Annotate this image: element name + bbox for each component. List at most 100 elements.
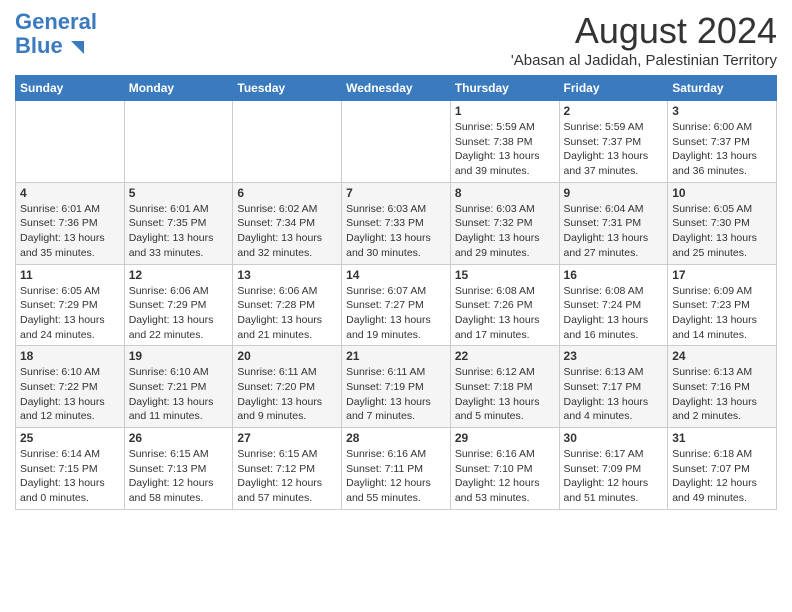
day-number: 22 — [455, 349, 555, 363]
calendar-cell: 7 Sunrise: 6:03 AM Sunset: 7:33 PM Daylig… — [342, 182, 451, 264]
calendar-cell: 30 Sunrise: 6:17 AM Sunset: 7:09 PM Dayli… — [559, 428, 668, 510]
calendar-week-row: 1 Sunrise: 5:59 AM Sunset: 7:38 PM Daylig… — [16, 101, 777, 183]
day-number: 28 — [346, 431, 446, 445]
day-info: Sunrise: 6:15 AM Sunset: 7:12 PM Dayligh… — [237, 447, 337, 506]
calendar-cell: 3 Sunrise: 6:00 AM Sunset: 7:37 PM Daylig… — [668, 101, 777, 183]
day-number: 6 — [237, 186, 337, 200]
calendar-cell: 10 Sunrise: 6:05 AM Sunset: 7:30 PM Dayli… — [668, 182, 777, 264]
calendar-week-row: 4 Sunrise: 6:01 AM Sunset: 7:36 PM Daylig… — [16, 182, 777, 264]
calendar-cell: 24Sunrise: 6:13 AM Sunset: 7:16 PM Dayli… — [668, 346, 777, 428]
calendar-cell: 25 Sunrise: 6:14 AM Sunset: 7:15 PM Dayli… — [16, 428, 125, 510]
calendar-week-row: 11Sunrise: 6:05 AM Sunset: 7:29 PM Dayli… — [16, 264, 777, 346]
calendar-cell: 22 Sunrise: 6:12 AM Sunset: 7:18 PM Dayli… — [450, 346, 559, 428]
logo: General Blue — [15, 10, 97, 58]
calendar-cell — [342, 101, 451, 183]
calendar-cell: 27 Sunrise: 6:15 AM Sunset: 7:12 PM Dayli… — [233, 428, 342, 510]
day-info: Sunrise: 6:06 AM Sunset: 7:28 PM Dayligh… — [237, 284, 337, 343]
day-info: Sunrise: 6:12 AM Sunset: 7:18 PM Dayligh… — [455, 365, 555, 424]
calendar-cell: 15 Sunrise: 6:08 AM Sunset: 7:26 PM Dayli… — [450, 264, 559, 346]
day-number: 12 — [129, 268, 229, 282]
day-info: Sunrise: 6:11 AM Sunset: 7:19 PM Dayligh… — [346, 365, 446, 424]
day-header-wednesday: Wednesday — [342, 76, 451, 101]
calendar-cell: 29Sunrise: 6:16 AM Sunset: 7:10 PM Dayli… — [450, 428, 559, 510]
calendar-cell: 12 Sunrise: 6:06 AM Sunset: 7:29 PM Dayli… — [124, 264, 233, 346]
day-number: 16 — [564, 268, 664, 282]
day-info: Sunrise: 6:04 AM Sunset: 7:31 PM Dayligh… — [564, 202, 664, 261]
day-info: Sunrise: 6:14 AM Sunset: 7:15 PM Dayligh… — [20, 447, 120, 506]
day-number: 21 — [346, 349, 446, 363]
day-info: Sunrise: 6:08 AM Sunset: 7:26 PM Dayligh… — [455, 284, 555, 343]
day-info: Sunrise: 6:00 AM Sunset: 7:37 PM Dayligh… — [672, 120, 772, 179]
day-number: 1 — [455, 104, 555, 118]
calendar-cell: 9 Sunrise: 6:04 AM Sunset: 7:31 PM Daylig… — [559, 182, 668, 264]
day-number: 5 — [129, 186, 229, 200]
day-info: Sunrise: 6:03 AM Sunset: 7:32 PM Dayligh… — [455, 202, 555, 261]
day-info: Sunrise: 6:09 AM Sunset: 7:23 PM Dayligh… — [672, 284, 772, 343]
day-number: 3 — [672, 104, 772, 118]
calendar-cell — [16, 101, 125, 183]
day-info: Sunrise: 6:08 AM Sunset: 7:24 PM Dayligh… — [564, 284, 664, 343]
day-number: 24 — [672, 349, 772, 363]
calendar-header-row: SundayMondayTuesdayWednesdayThursdayFrid… — [16, 76, 777, 101]
day-header-sunday: Sunday — [16, 76, 125, 101]
location-subtitle: 'Abasan al Jadidah, Palestinian Territor… — [511, 52, 777, 69]
day-info: Sunrise: 6:10 AM Sunset: 7:22 PM Dayligh… — [20, 365, 120, 424]
day-info: Sunrise: 6:01 AM Sunset: 7:35 PM Dayligh… — [129, 202, 229, 261]
calendar-cell: 17 Sunrise: 6:09 AM Sunset: 7:23 PM Dayli… — [668, 264, 777, 346]
calendar-cell: 19Sunrise: 6:10 AM Sunset: 7:21 PM Dayli… — [124, 346, 233, 428]
day-info: Sunrise: 6:18 AM Sunset: 7:07 PM Dayligh… — [672, 447, 772, 506]
logo-blue: Blue — [15, 33, 63, 58]
calendar-cell: 13 Sunrise: 6:06 AM Sunset: 7:28 PM Dayli… — [233, 264, 342, 346]
day-info: Sunrise: 6:07 AM Sunset: 7:27 PM Dayligh… — [346, 284, 446, 343]
day-number: 17 — [672, 268, 772, 282]
day-number: 10 — [672, 186, 772, 200]
calendar-table: SundayMondayTuesdayWednesdayThursdayFrid… — [15, 75, 777, 510]
day-number: 31 — [672, 431, 772, 445]
calendar-cell: 5 Sunrise: 6:01 AM Sunset: 7:35 PM Daylig… — [124, 182, 233, 264]
logo-arrow-icon — [71, 41, 84, 54]
day-number: 27 — [237, 431, 337, 445]
day-number: 14 — [346, 268, 446, 282]
day-info: Sunrise: 6:06 AM Sunset: 7:29 PM Dayligh… — [129, 284, 229, 343]
day-number: 11 — [20, 268, 120, 282]
day-info: Sunrise: 5:59 AM Sunset: 7:37 PM Dayligh… — [564, 120, 664, 179]
day-number: 7 — [346, 186, 446, 200]
day-number: 30 — [564, 431, 664, 445]
calendar-cell: 8 Sunrise: 6:03 AM Sunset: 7:32 PM Daylig… — [450, 182, 559, 264]
day-number: 4 — [20, 186, 120, 200]
calendar-cell: 26 Sunrise: 6:15 AM Sunset: 7:13 PM Dayli… — [124, 428, 233, 510]
day-info: Sunrise: 6:15 AM Sunset: 7:13 PM Dayligh… — [129, 447, 229, 506]
day-info: Sunrise: 6:05 AM Sunset: 7:30 PM Dayligh… — [672, 202, 772, 261]
calendar-cell: 4 Sunrise: 6:01 AM Sunset: 7:36 PM Daylig… — [16, 182, 125, 264]
day-number: 25 — [20, 431, 120, 445]
calendar-cell: 23 Sunrise: 6:13 AM Sunset: 7:17 PM Dayli… — [559, 346, 668, 428]
day-number: 2 — [564, 104, 664, 118]
day-number: 20 — [237, 349, 337, 363]
calendar-cell: 20Sunrise: 6:11 AM Sunset: 7:20 PM Dayli… — [233, 346, 342, 428]
day-info: Sunrise: 6:10 AM Sunset: 7:21 PM Dayligh… — [129, 365, 229, 424]
day-number: 8 — [455, 186, 555, 200]
day-header-friday: Friday — [559, 76, 668, 101]
day-number: 13 — [237, 268, 337, 282]
calendar-week-row: 18 Sunrise: 6:10 AM Sunset: 7:22 PM Dayli… — [16, 346, 777, 428]
day-header-tuesday: Tuesday — [233, 76, 342, 101]
day-info: Sunrise: 6:13 AM Sunset: 7:17 PM Dayligh… — [564, 365, 664, 424]
logo-general: General — [15, 9, 97, 34]
day-header-thursday: Thursday — [450, 76, 559, 101]
day-number: 26 — [129, 431, 229, 445]
calendar-cell: 6Sunrise: 6:02 AM Sunset: 7:34 PM Daylig… — [233, 182, 342, 264]
month-year-title: August 2024 — [511, 10, 777, 52]
calendar-cell: 1 Sunrise: 5:59 AM Sunset: 7:38 PM Daylig… — [450, 101, 559, 183]
calendar-cell: 28Sunrise: 6:16 AM Sunset: 7:11 PM Dayli… — [342, 428, 451, 510]
day-number: 23 — [564, 349, 664, 363]
day-info: Sunrise: 6:17 AM Sunset: 7:09 PM Dayligh… — [564, 447, 664, 506]
day-number: 15 — [455, 268, 555, 282]
calendar-cell: 14 Sunrise: 6:07 AM Sunset: 7:27 PM Dayli… — [342, 264, 451, 346]
calendar-cell — [233, 101, 342, 183]
day-number: 18 — [20, 349, 120, 363]
day-number: 9 — [564, 186, 664, 200]
day-info: Sunrise: 6:03 AM Sunset: 7:33 PM Dayligh… — [346, 202, 446, 261]
day-info: Sunrise: 5:59 AM Sunset: 7:38 PM Dayligh… — [455, 120, 555, 179]
day-info: Sunrise: 6:01 AM Sunset: 7:36 PM Dayligh… — [20, 202, 120, 261]
calendar-cell — [124, 101, 233, 183]
